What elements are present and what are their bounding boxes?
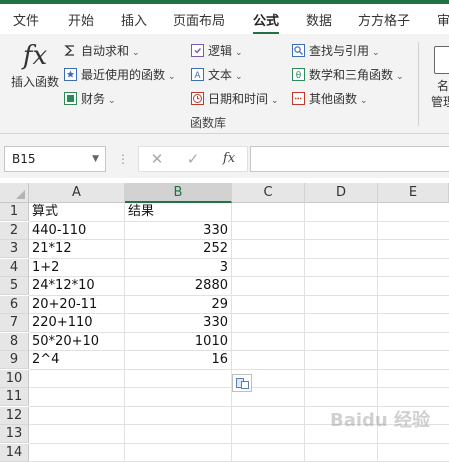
cell-b7[interactable]: 330: [125, 314, 231, 332]
lookup-reference-button[interactable]: 查找与引用 ⌄: [292, 41, 380, 61]
paste-options-button[interactable]: [232, 374, 252, 392]
name-manager-button[interactable]: 名 管理: [428, 46, 449, 110]
column-header-c[interactable]: C: [232, 183, 305, 203]
row-header-10[interactable]: 10: [0, 369, 29, 388]
tab-home[interactable]: 开始: [68, 8, 94, 36]
fx-icon: fx: [22, 41, 48, 71]
row-header-13[interactable]: 13: [0, 425, 29, 443]
chevron-down-icon: ⌄: [235, 48, 243, 58]
chevron-down-icon: ⌄: [235, 72, 243, 82]
ribbon-separator: [418, 42, 419, 126]
star-icon: [64, 68, 77, 81]
row-divider: [29, 442, 449, 444]
cell-a1[interactable]: 算式: [29, 203, 124, 221]
formula-buttons: ✕ ✓ fx: [138, 146, 248, 172]
cell-b3[interactable]: 252: [125, 240, 231, 258]
math-trig-button[interactable]: θ 数学和三角函数 ⌄: [292, 65, 404, 85]
chevron-down-icon: ⌄: [360, 96, 368, 106]
clock-icon: [191, 92, 204, 105]
row-header-5[interactable]: 5: [0, 277, 29, 295]
cell-b8[interactable]: 1010: [125, 333, 231, 351]
formula-input[interactable]: [250, 146, 449, 172]
financial-button[interactable]: 财务 ⌄: [64, 89, 116, 109]
math-icon: θ: [292, 68, 305, 81]
cell-b9[interactable]: 16: [125, 351, 231, 369]
svg-text:θ: θ: [296, 71, 302, 81]
row-header-12[interactable]: 12: [0, 406, 29, 425]
cell-a3[interactable]: 21*12: [29, 240, 124, 258]
chevron-down-icon: ⌄: [271, 96, 279, 106]
insert-function-button[interactable]: fx 插入函数: [8, 38, 62, 108]
select-all-corner[interactable]: [0, 183, 29, 203]
cell-b1[interactable]: 结果: [125, 203, 231, 221]
row-header-9[interactable]: 9: [0, 351, 29, 369]
lookup-icon: [292, 44, 305, 57]
formula-bar-grip-icon[interactable]: ⋮: [117, 150, 129, 168]
row-header-11[interactable]: 11: [0, 388, 29, 406]
ribbon-tab-bar: 文件 开始 插入 页面布局 公式 数据 方方格子 审: [0, 0, 449, 36]
ribbon-formulas: fx 插入函数 自动求和 ⌄ 最近使用的函数 ⌄ 财务 ⌄ 逻辑 ⌄ A 文本 ⌄ 日期和时…: [0, 34, 449, 134]
ribbon-gap: [0, 134, 449, 142]
cell-a6[interactable]: 20+20-11: [29, 296, 124, 314]
row-header-4[interactable]: 4: [0, 258, 29, 277]
tab-formulas[interactable]: 公式: [253, 8, 280, 36]
cell-b6[interactable]: 29: [125, 296, 231, 314]
insert-function-fx-icon[interactable]: fx: [219, 150, 239, 168]
tab-fangfang-gezi[interactable]: 方方格子: [358, 8, 410, 36]
autosum-button[interactable]: 自动求和 ⌄: [64, 41, 140, 61]
cell-a9[interactable]: 2^4: [29, 351, 124, 369]
chevron-down-icon: ⌄: [132, 48, 140, 58]
tab-insert[interactable]: 插入: [121, 8, 147, 36]
logic-book-icon: [191, 44, 204, 57]
tab-file[interactable]: 文件: [13, 8, 39, 36]
cancel-icon[interactable]: ✕: [147, 150, 167, 168]
finance-book-icon: [64, 92, 77, 105]
insert-function-label: 插入函数: [10, 75, 59, 89]
chevron-down-icon[interactable]: ▼: [92, 147, 99, 171]
more-functions-icon: [292, 92, 305, 105]
column-header-e[interactable]: E: [378, 183, 449, 203]
cell-a4[interactable]: 1+2: [29, 259, 124, 277]
name-box[interactable]: B15 ▼: [4, 146, 106, 172]
date-time-button[interactable]: 日期和时间 ⌄: [191, 89, 279, 109]
sum-icon: [64, 45, 74, 56]
watermark-logo: Baidu 经验: [330, 410, 431, 431]
cell-a8[interactable]: 50*20+10: [29, 333, 124, 351]
cell-b2[interactable]: 330: [125, 222, 231, 240]
chevron-down-icon: ⌄: [396, 72, 404, 82]
column-header-d[interactable]: D: [305, 183, 378, 203]
formula-bar: B15 ▼ ⋮ ✕ ✓ fx: [0, 142, 449, 178]
cell-b4[interactable]: 3: [125, 259, 231, 277]
row-header-8[interactable]: 8: [0, 332, 29, 351]
function-library-group-label: 函数库: [190, 116, 227, 130]
column-header-b[interactable]: B: [125, 183, 232, 203]
more-functions-button[interactable]: 其他函数 ⌄: [292, 89, 368, 109]
recent-functions-button[interactable]: 最近使用的函数 ⌄: [64, 65, 176, 85]
row-header-14[interactable]: 14: [0, 443, 29, 462]
enter-check-icon[interactable]: ✓: [183, 150, 203, 168]
cell-b5[interactable]: 2880: [125, 277, 231, 295]
chevron-down-icon: ⌄: [108, 96, 116, 106]
cell-a2[interactable]: 440-110: [29, 222, 124, 240]
row-header-6[interactable]: 6: [0, 295, 29, 314]
chevron-down-icon: ⌄: [372, 48, 380, 58]
column-header-a[interactable]: A: [29, 183, 125, 203]
row-header-2[interactable]: 2: [0, 221, 29, 240]
row-header-7[interactable]: 7: [0, 314, 29, 332]
text-icon: A: [191, 68, 204, 81]
logical-button[interactable]: 逻辑 ⌄: [191, 41, 243, 61]
svg-text:A: A: [194, 71, 201, 81]
tag-icon: [434, 46, 449, 74]
tab-page-layout[interactable]: 页面布局: [173, 8, 225, 36]
row-header-3[interactable]: 3: [0, 240, 29, 258]
chevron-down-icon: ⌄: [168, 72, 176, 82]
cell-a7[interactable]: 220+110: [29, 314, 124, 332]
cell-a5[interactable]: 24*12*10: [29, 277, 124, 295]
tab-review[interactable]: 审: [437, 8, 449, 36]
tab-data[interactable]: 数据: [306, 8, 332, 36]
row-header-1[interactable]: 1: [0, 203, 29, 221]
text-button[interactable]: A 文本 ⌄: [191, 65, 243, 85]
